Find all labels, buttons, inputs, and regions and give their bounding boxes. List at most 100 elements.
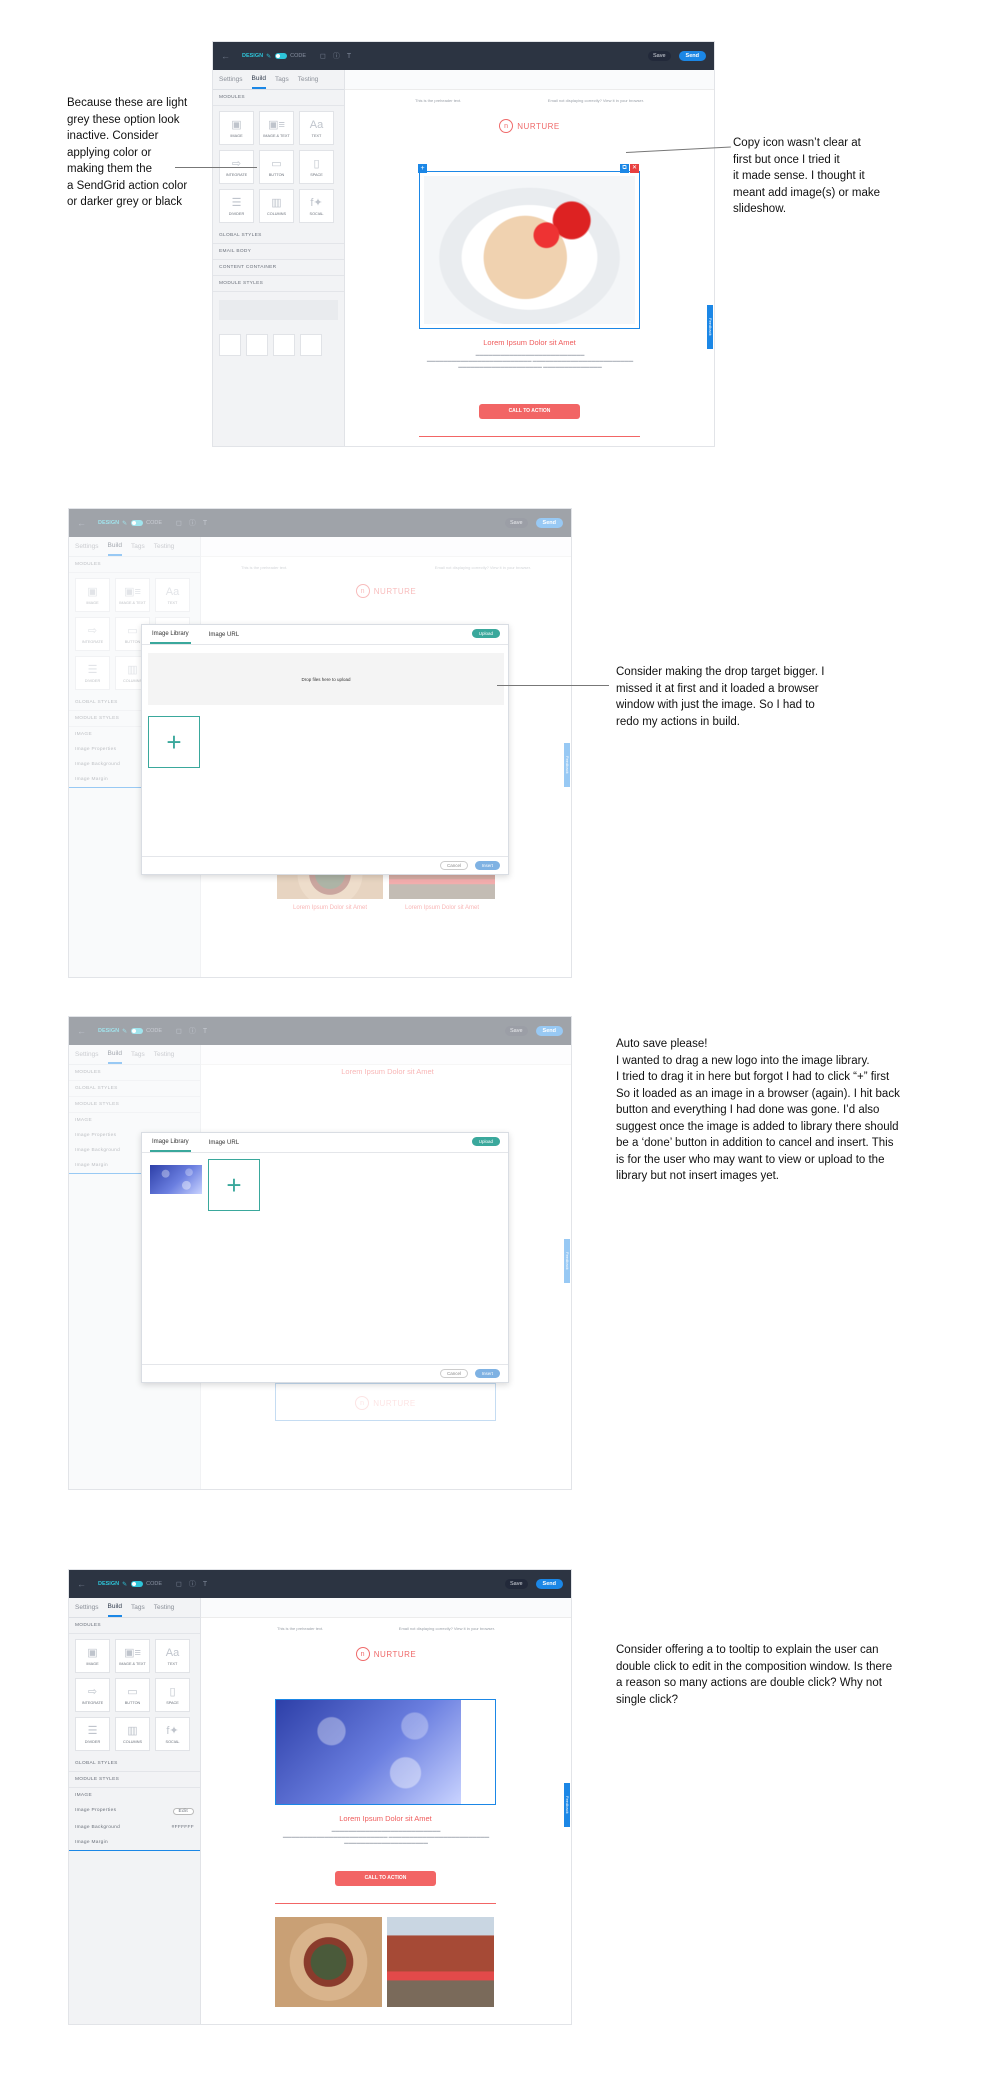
cancel-button[interactable]: Cancel	[439, 1369, 468, 1378]
design-mode-label[interactable]: DESIGN	[242, 53, 263, 59]
mode-toggle[interactable]	[275, 53, 288, 59]
upload-button[interactable]: Upload	[471, 1137, 500, 1146]
tab-image-url[interactable]: Image URL	[207, 1135, 241, 1151]
edit-button[interactable]: Edit	[172, 1808, 194, 1815]
add-image-plus-icon[interactable]: +	[208, 1159, 260, 1211]
module-columns[interactable]: ▥COLUMNS	[259, 189, 294, 223]
modules-section-header[interactable]: MODULES	[69, 1618, 200, 1634]
save-button[interactable]: Save	[648, 51, 671, 61]
module-divider[interactable]: ☰DIVIDER	[219, 189, 254, 223]
selected-image-module[interactable]	[275, 1699, 496, 1805]
email-canvas: This is the preheader text. Email not di…	[345, 90, 714, 446]
preview-icon[interactable]: ◻	[176, 1580, 182, 1588]
module-button[interactable]: ▭BUTTON	[259, 150, 294, 184]
module-text[interactable]: AaTEXT	[155, 1639, 190, 1673]
preview-icon[interactable]: ◻	[320, 52, 326, 60]
insert-button[interactable]: Insert	[474, 1369, 500, 1378]
headline: Lorem Ipsum Dolor sit Amet	[339, 1814, 432, 1823]
module-columns[interactable]: ▥COLUMNS	[115, 1717, 150, 1751]
call-to-action-button[interactable]: CALL TO ACTION	[479, 404, 580, 419]
back-arrow-icon[interactable]: ←	[77, 1579, 86, 1589]
preheader-row: This is the preheader text. Email not di…	[201, 1618, 571, 1631]
info-icon[interactable]: ⓘ	[333, 51, 340, 61]
module-text[interactable]: AaTEXT	[299, 111, 334, 145]
tab-settings[interactable]: Settings	[219, 71, 243, 88]
button-icon: ▭	[127, 1685, 138, 1698]
module-image-text[interactable]: ▣≡IMAGE & TEXT	[259, 111, 294, 145]
module-social[interactable]: f✦SOCIAL	[299, 189, 334, 223]
background-color-value[interactable]: #FFFFFF	[172, 1825, 194, 1830]
module-image[interactable]: ▣IMAGE	[219, 111, 254, 145]
modules-section-header[interactable]: MODULES	[213, 90, 344, 106]
module-space[interactable]: ▯SPACE	[299, 150, 334, 184]
integrate-icon: ⇨	[87, 1685, 98, 1698]
drop-zone[interactable]: Drop files here to upload	[148, 653, 504, 705]
tab-image-url[interactable]: Image URL	[207, 627, 241, 643]
tab-testing[interactable]: Testing	[154, 1599, 175, 1616]
feedback-tab[interactable]: Feedback	[707, 305, 713, 349]
tab-tags[interactable]: Tags	[275, 71, 289, 88]
module-space[interactable]: ▯SPACE	[155, 1678, 190, 1712]
back-arrow-icon[interactable]: ←	[221, 51, 230, 61]
inactive-tile	[219, 334, 241, 356]
library-thumbnail-ornaments[interactable]	[150, 1165, 202, 1194]
test-icon[interactable]: T	[347, 53, 351, 60]
send-button[interactable]: Send	[678, 51, 706, 61]
view-in-browser[interactable]: Email not displaying correctly? View it …	[399, 1626, 495, 1631]
content-container-header[interactable]: CONTENT CONTAINER	[213, 260, 344, 276]
save-button[interactable]: Save	[505, 1579, 528, 1589]
tab-tags[interactable]: Tags	[131, 1599, 145, 1616]
tab-image-library[interactable]: Image Library	[150, 626, 191, 644]
test-icon[interactable]: T	[203, 1581, 207, 1588]
module-social[interactable]: f✦SOCIAL	[155, 1717, 190, 1751]
preheader-text: This is the preheader text.	[277, 1626, 324, 1631]
design-mode-label[interactable]: DESIGN	[98, 1581, 119, 1587]
insert-button[interactable]: Insert	[474, 861, 500, 870]
copy-icon[interactable]: ⧉	[620, 164, 629, 173]
note-drop-target: Consider making the drop target bigger. …	[616, 666, 825, 728]
module-integrate[interactable]: ⇨INTEGRATE	[75, 1678, 110, 1712]
top-toolbar: ← DESIGN ✎ CODE ◻ ⓘ T Save Send	[213, 42, 714, 70]
ornaments-image	[276, 1700, 461, 1804]
tab-build[interactable]: Build	[251, 70, 266, 89]
global-styles-header[interactable]: GLOBAL STYLES	[213, 228, 344, 244]
add-image-plus-icon[interactable]: +	[148, 716, 200, 768]
view-in-browser[interactable]: Email not displaying correctly? View it …	[548, 98, 644, 103]
delete-icon[interactable]: ✕	[630, 164, 639, 173]
columns-icon: ▥	[127, 1724, 138, 1737]
code-mode-label[interactable]: CODE	[146, 1581, 162, 1587]
cancel-button[interactable]: Cancel	[439, 861, 468, 870]
call-to-action-button[interactable]: CALL TO ACTION	[335, 1871, 436, 1886]
module-image-text[interactable]: ▣≡IMAGE & TEXT	[115, 1639, 150, 1673]
add-module-icon[interactable]: +	[418, 164, 427, 173]
tab-image-library[interactable]: Image Library	[150, 1134, 191, 1152]
tab-testing[interactable]: Testing	[298, 71, 319, 88]
global-styles-header[interactable]: GLOBAL STYLES	[69, 1756, 200, 1772]
module-button[interactable]: ▭BUTTON	[115, 1678, 150, 1712]
module-styles-header[interactable]: MODULE STYLES	[69, 1772, 200, 1788]
code-mode-label[interactable]: CODE	[290, 53, 306, 59]
feedback-tab[interactable]: Feedback	[564, 1783, 570, 1827]
brand-logo: nNURTURE	[201, 1647, 571, 1661]
sidebar-tabs: Settings Build Tags Testing	[69, 1598, 200, 1618]
inactive-tile	[246, 334, 268, 356]
info-icon[interactable]: ⓘ	[189, 1579, 196, 1589]
module-styles-header[interactable]: MODULE STYLES	[213, 276, 344, 292]
build-sidebar: Settings Build Tags Testing MODULES ▣IMA…	[69, 1598, 201, 2024]
cafe-image[interactable]	[387, 1917, 494, 2007]
module-divider[interactable]: ☰DIVIDER	[75, 1717, 110, 1751]
mode-toggle[interactable]	[131, 1581, 144, 1587]
text-icon: Aa	[165, 1646, 180, 1659]
space-icon: ▯	[313, 157, 320, 170]
module-image[interactable]: ▣IMAGE	[75, 1639, 110, 1673]
tab-build[interactable]: Build	[107, 1598, 122, 1617]
callout-line-3	[497, 685, 609, 686]
upload-button[interactable]: Upload	[471, 629, 500, 638]
email-body-header[interactable]: EMAIL BODY	[213, 244, 344, 260]
pencil-icon: ✎	[122, 1581, 128, 1588]
send-button[interactable]: Send	[535, 1579, 563, 1589]
image-background-row: Image Background #FFFFFF	[69, 1820, 200, 1835]
selected-image-module[interactable]: + ⧉ ✕	[418, 164, 640, 329]
food-image[interactable]	[275, 1917, 382, 2007]
tab-settings[interactable]: Settings	[75, 1599, 99, 1616]
